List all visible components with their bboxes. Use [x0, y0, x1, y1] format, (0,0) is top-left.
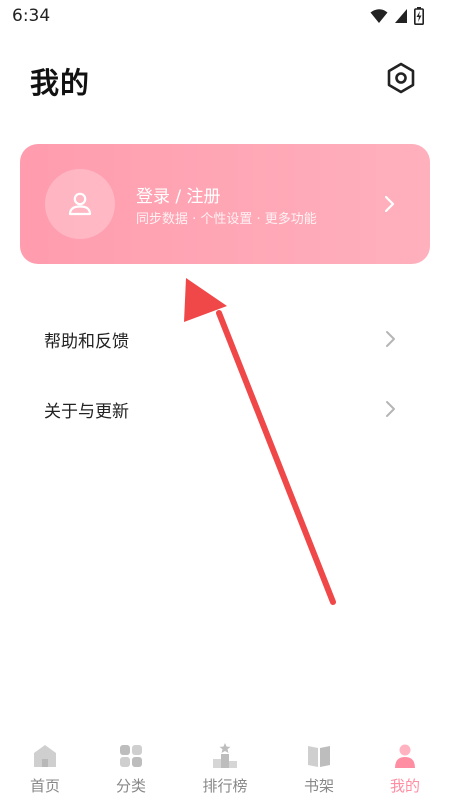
wifi-icon: [370, 9, 388, 23]
menu-label: 帮助和反馈: [44, 332, 129, 352]
page-title: 我的: [30, 66, 91, 100]
chevron-right-icon: [384, 195, 395, 213]
status-icons: [370, 7, 424, 25]
menu-item-about-update[interactable]: 关于与更新: [0, 384, 450, 434]
login-card[interactable]: 登录 / 注册 同步数据 · 个性设置 · 更多功能: [20, 144, 430, 264]
nav-ranking[interactable]: 排行榜: [180, 735, 270, 800]
home-icon: [34, 745, 56, 767]
battery-icon: [414, 7, 424, 25]
nav-category[interactable]: 分类: [86, 735, 176, 800]
category-icon: [120, 745, 142, 767]
user-icon: [68, 192, 92, 216]
nav-profile[interactable]: 我的: [360, 735, 450, 800]
nav-label: 我的: [389, 777, 420, 795]
chevron-right-icon: [386, 331, 395, 347]
status-time: 6:34: [12, 6, 51, 26]
status-bar: 6:34: [0, 0, 450, 32]
signal-icon: [395, 9, 407, 23]
settings-button[interactable]: [384, 61, 418, 95]
gear-icon: [387, 62, 415, 94]
login-title: 登录 / 注册: [136, 187, 221, 207]
avatar: [45, 169, 115, 239]
nav-label: 书架: [303, 777, 334, 795]
nav-bookshelf[interactable]: 书架: [274, 735, 364, 800]
bookshelf-icon: [308, 746, 330, 767]
bottom-nav: 首页 分类 排行榜 书架 我的: [0, 735, 450, 800]
profile-icon: [395, 744, 415, 768]
login-subtitle: 同步数据 · 个性设置 · 更多功能: [136, 212, 317, 227]
nav-label: 首页: [29, 777, 60, 795]
menu-item-help-feedback[interactable]: 帮助和反馈: [0, 314, 450, 364]
nav-label: 排行榜: [202, 777, 248, 795]
nav-label: 分类: [115, 777, 146, 795]
nav-home[interactable]: 首页: [0, 735, 90, 800]
ranking-icon: [213, 743, 237, 768]
chevron-right-icon: [386, 401, 395, 417]
menu-label: 关于与更新: [44, 402, 129, 422]
